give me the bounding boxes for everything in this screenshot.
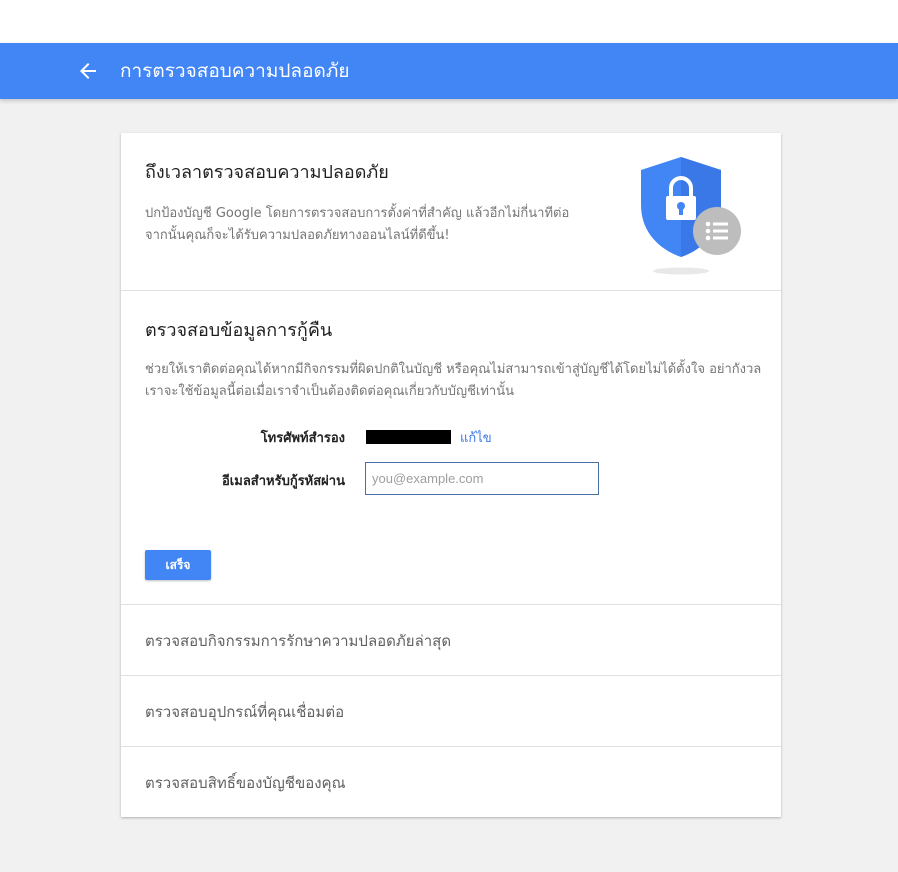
shield-lock-icon (633, 153, 745, 279)
intro-description: ปกป้องบัญชี Google โดยการตรวจสอบการตั้งค… (145, 206, 570, 243)
recovery-title: ตรวจสอบข้อมูลการกู้คืน (145, 320, 333, 341)
app-bar: การตรวจสอบความปลอดภัย (0, 43, 898, 99)
section-label: ตรวจสอบอุปกรณ์ที่คุณเชื่อมต่อ (145, 703, 345, 721)
security-checkup-card: ถึงเวลาตรวจสอบความปลอดภัย ปกป้องบัญชี Go… (121, 133, 781, 817)
section-label: ตรวจสอบกิจกรรมการรักษาความปลอดภัยล่าสุด (145, 632, 452, 650)
recovery-email-input[interactable] (365, 462, 599, 495)
page-title: การตรวจสอบความปลอดภัย (120, 60, 350, 82)
recovery-phone-redacted (366, 430, 451, 444)
intro-title: ถึงเวลาตรวจสอบความปลอดภัย (145, 162, 389, 183)
section-label: ตรวจสอบสิทธิ์ของบัญชีของคุณ (145, 774, 346, 792)
edit-phone-link[interactable]: แก้ไข (460, 427, 492, 448)
section-recent-security-activity[interactable]: ตรวจสอบกิจกรรมการรักษาความปลอดภัยล่าสุด (121, 604, 781, 675)
section-account-permissions[interactable]: ตรวจสอบสิทธิ์ของบัญชีของคุณ (121, 746, 781, 817)
intro-section: ถึงเวลาตรวจสอบความปลอดภัย ปกป้องบัญชี Go… (121, 133, 781, 291)
recovery-description: ช่วยให้เราติดต่อคุณได้หากมีกิจกรรมที่ผิด… (145, 362, 762, 399)
section-connected-devices[interactable]: ตรวจสอบอุปกรณ์ที่คุณเชื่อมต่อ (121, 675, 781, 746)
browser-blank-area (0, 0, 898, 43)
arrow-back-icon[interactable] (76, 59, 100, 83)
recovery-email-label: อีเมลสำหรับกู้รหัสผ่าน (222, 474, 345, 489)
recovery-phone-label: โทรศัพท์สำรอง (260, 431, 345, 446)
done-button[interactable]: เสร็จ (145, 550, 211, 580)
